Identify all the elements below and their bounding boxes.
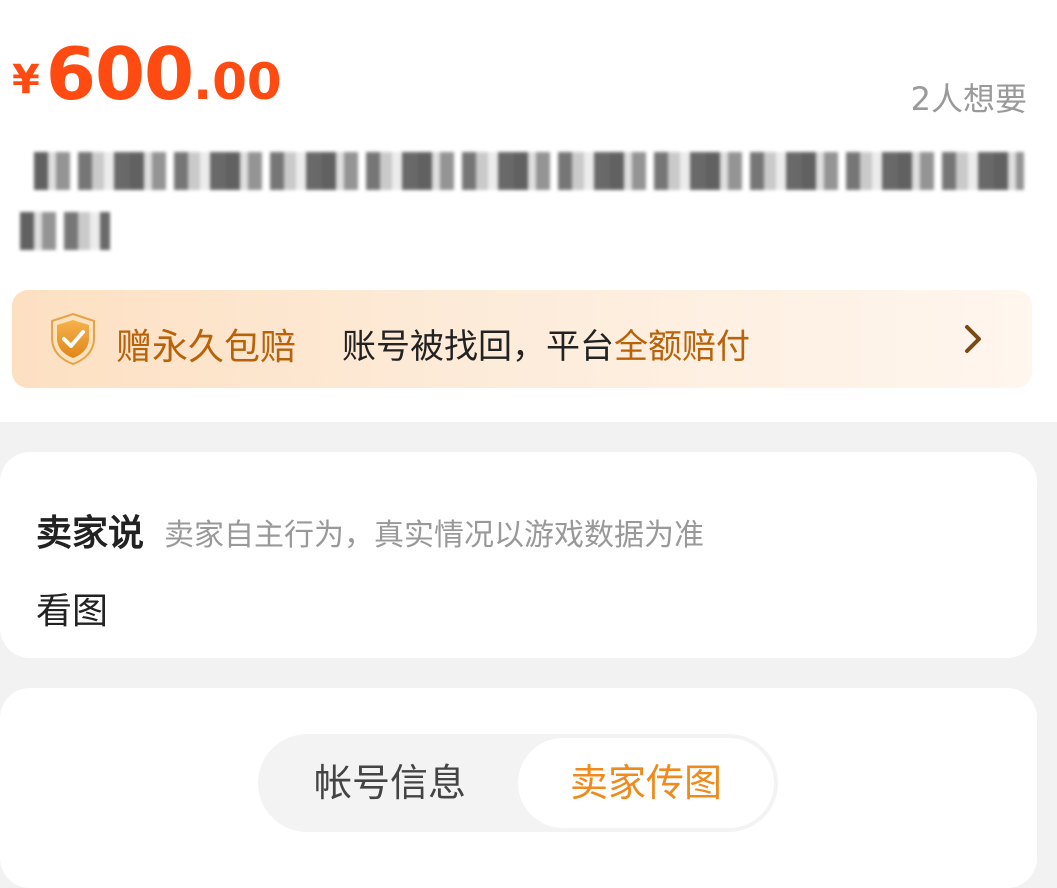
listing-header-card: ¥600.00 2人想要 赠永久包赔 账号被找回，平台全额赔付 — [0, 0, 1057, 422]
price: ¥600.00 — [12, 38, 282, 110]
seller-says-disclaimer: 卖家自主行为，真实情况以游戏数据为准 — [164, 518, 704, 553]
guarantee-title: 赠永久包赔 — [116, 327, 297, 368]
guarantee-highlight: 全额赔付 — [614, 327, 750, 367]
chevron-right-icon — [965, 325, 981, 353]
listing-title-redacted — [14, 140, 1034, 260]
detail-tabs-card: 帐号信息 卖家传图 — [0, 688, 1037, 888]
guarantee-text: 账号被找回，平台 — [342, 327, 614, 367]
wants-count: 2人想要 — [910, 80, 1027, 118]
guarantee-description: 账号被找回，平台全额赔付 — [342, 319, 750, 368]
price-decimal: .00 — [193, 53, 282, 111]
seller-says-heading: 卖家说 — [36, 513, 145, 554]
tab-account-info[interactable]: 帐号信息 — [262, 738, 518, 828]
tab-switcher: 帐号信息 卖家传图 — [258, 734, 778, 832]
seller-says-card: 卖家说 卖家自主行为，真实情况以游戏数据为准 看图 — [0, 452, 1037, 658]
tab-seller-photos[interactable]: 卖家传图 — [518, 738, 774, 828]
price-integer: 600 — [45, 32, 194, 116]
shield-check-icon — [51, 312, 95, 366]
seller-says-content: 看图 — [36, 591, 109, 632]
redacted-title-line — [20, 212, 110, 250]
redacted-title-line — [34, 152, 1024, 190]
price-currency: ¥ — [12, 57, 40, 103]
guarantee-banner[interactable]: 赠永久包赔 账号被找回，平台全额赔付 — [12, 290, 1032, 388]
